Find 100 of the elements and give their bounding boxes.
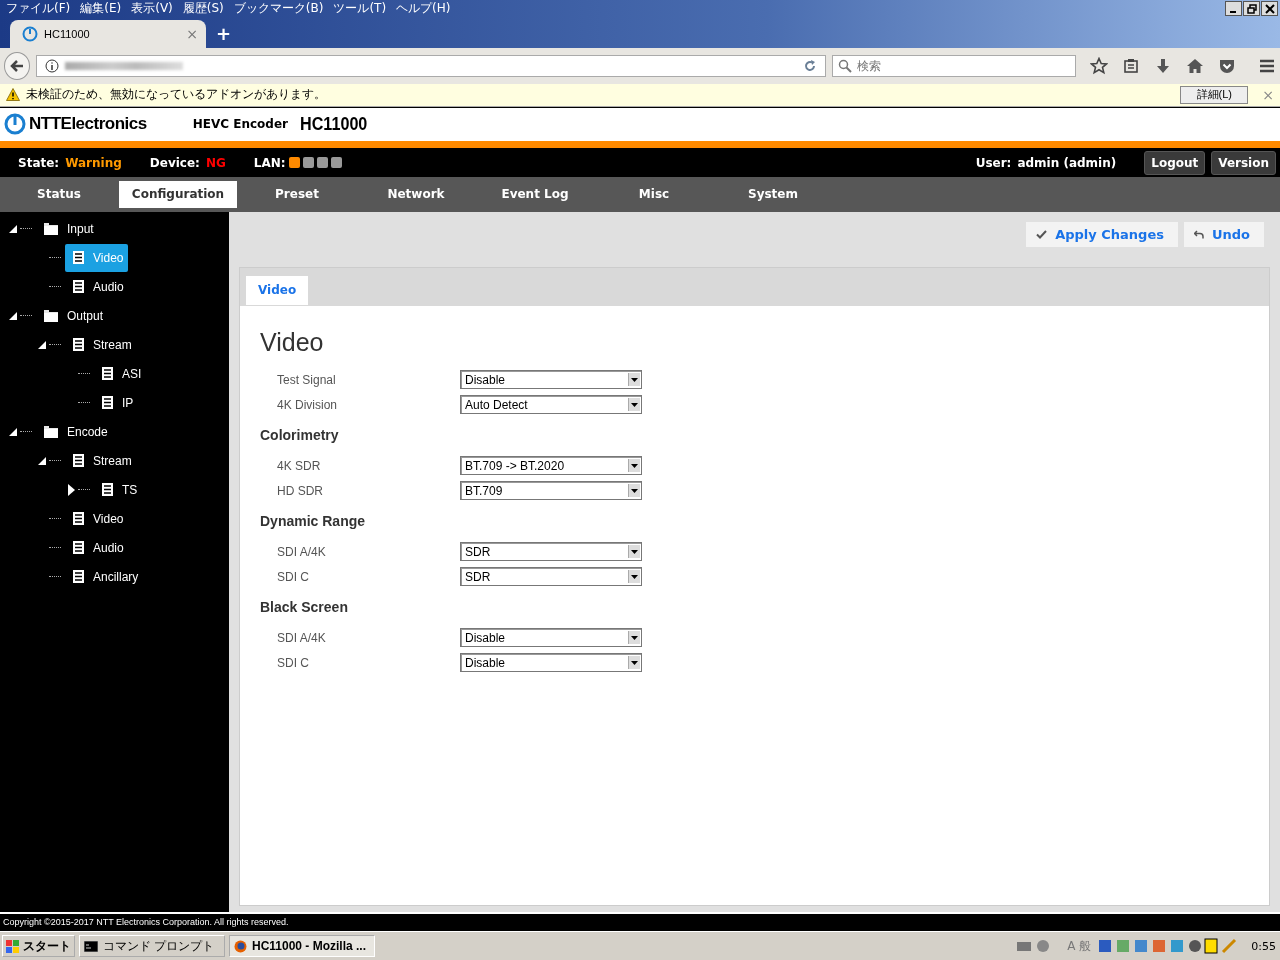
user-label: User: xyxy=(975,155,1012,170)
nav-tab[interactable]: Event Log xyxy=(476,181,594,209)
tree-item[interactable]: Ancillary xyxy=(65,562,144,591)
start-button[interactable]: スタート xyxy=(2,935,75,958)
dropdown-arrow-icon xyxy=(631,660,638,665)
expanded-icon[interactable] xyxy=(9,427,17,436)
dropdown[interactable]: BT.709 -> BT.2020 xyxy=(460,456,642,476)
tree-item[interactable]: Audio xyxy=(65,272,129,301)
tab-close-button[interactable]: × xyxy=(186,25,198,42)
new-tab-button[interactable]: + xyxy=(216,22,232,44)
tree-item[interactable]: Stream xyxy=(65,330,137,359)
reload-icon[interactable] xyxy=(803,58,817,73)
menu-item[interactable]: ツール(T) xyxy=(333,0,387,18)
collapsed-icon[interactable] xyxy=(67,483,75,496)
checkmark-icon xyxy=(1036,230,1048,240)
folder-icon xyxy=(44,222,58,235)
field-label: Test Signal xyxy=(276,372,337,387)
document-icon xyxy=(73,280,84,294)
menu-item[interactable]: ブックマーク(B) xyxy=(233,0,324,18)
apply-changes-button[interactable]: Apply Changes xyxy=(1026,222,1178,248)
restore-icon[interactable] xyxy=(1243,1,1260,17)
reading-list-icon[interactable] xyxy=(1122,56,1140,75)
search-icon xyxy=(838,58,852,73)
nav-tab[interactable]: Preset xyxy=(238,181,356,209)
section-title: Black Screen xyxy=(260,599,349,616)
document-icon xyxy=(102,483,113,497)
address-field[interactable] xyxy=(36,54,826,77)
close-icon[interactable] xyxy=(1261,1,1278,17)
dropdown[interactable]: Auto Detect xyxy=(460,395,642,415)
clock: 0:55 xyxy=(1251,939,1276,953)
expanded-icon[interactable] xyxy=(38,340,46,349)
dropdown-arrow-icon xyxy=(631,402,638,407)
menu-item[interactable]: 履歴(S) xyxy=(182,0,224,18)
nav-tab[interactable]: Configuration xyxy=(119,181,237,209)
field-label: HD SDR xyxy=(276,483,324,498)
state-label: State: xyxy=(18,155,60,170)
taskbar-button[interactable]: コマンド プロンプト xyxy=(79,935,225,958)
info-icon xyxy=(45,58,59,73)
field-label: SDI C xyxy=(276,569,310,584)
dropdown-arrow-icon xyxy=(631,377,638,382)
version-button[interactable]: Version xyxy=(1211,150,1276,175)
nav-tab[interactable]: Network xyxy=(357,181,475,209)
tree-item[interactable]: Stream xyxy=(65,446,137,475)
dropdown[interactable]: Disable xyxy=(460,653,642,673)
minimize-icon[interactable] xyxy=(1225,1,1242,17)
tree-item[interactable]: IP xyxy=(94,388,139,417)
tree-item[interactable]: Audio xyxy=(65,533,129,562)
taskbar-button[interactable]: HC11000 - Mozilla ... xyxy=(229,935,375,958)
field-label: 4K Division xyxy=(276,397,339,412)
expanded-icon[interactable] xyxy=(38,456,46,465)
page-title: Video xyxy=(260,328,325,358)
model-name: HC11000 xyxy=(299,113,368,136)
dropdown[interactable]: SDR xyxy=(460,542,642,562)
nav-tab[interactable]: Status xyxy=(0,181,118,209)
section-title: Dynamic Range xyxy=(260,513,367,530)
tree-item[interactable]: Encode xyxy=(36,417,113,446)
tree-item[interactable]: TS xyxy=(94,475,143,504)
menu-item[interactable]: ファイル(F) xyxy=(6,0,71,18)
menu-item[interactable]: ヘルプ(H) xyxy=(396,0,451,18)
menu-item[interactable]: 編集(E) xyxy=(80,0,122,18)
browser-tab[interactable]: HC11000 × xyxy=(10,19,206,48)
back-button[interactable] xyxy=(4,51,30,80)
download-icon[interactable] xyxy=(1154,56,1172,75)
dropdown[interactable]: SDR xyxy=(460,567,642,587)
document-icon xyxy=(73,251,84,265)
dropdown-arrow-icon xyxy=(631,574,638,579)
dropdown-arrow-icon xyxy=(631,463,638,468)
dropdown[interactable]: Disable xyxy=(460,370,642,390)
dropdown[interactable]: Disable xyxy=(460,628,642,648)
menu-item[interactable]: 表示(V) xyxy=(131,0,173,18)
logout-button[interactable]: Logout xyxy=(1144,150,1206,175)
tree-item[interactable]: ASI xyxy=(94,359,147,388)
field-label: SDI A/4K xyxy=(276,544,327,559)
dropdown[interactable]: BT.709 xyxy=(460,481,642,501)
power-logo-icon xyxy=(4,113,26,136)
nav-tab[interactable]: System xyxy=(714,181,832,209)
field-label: SDI A/4K xyxy=(276,630,327,645)
document-icon xyxy=(73,541,84,555)
search-field[interactable]: 検索 xyxy=(832,54,1076,77)
undo-button[interactable]: Undo xyxy=(1183,222,1264,248)
brand-name: NTTElectronics xyxy=(29,114,147,135)
details-button[interactable]: 詳細(L) xyxy=(1180,85,1249,104)
star-icon[interactable] xyxy=(1090,56,1108,75)
nav-tab[interactable]: Misc xyxy=(595,181,713,209)
close-button[interactable]: × xyxy=(1262,86,1274,103)
tree-item[interactable]: Output xyxy=(36,301,109,330)
document-icon xyxy=(73,338,84,352)
tab-title: HC11000 xyxy=(44,27,91,40)
device-label: Device: xyxy=(149,155,200,170)
expanded-icon[interactable] xyxy=(9,224,17,233)
panel-tab[interactable]: Video xyxy=(246,276,309,306)
undo-icon xyxy=(1193,230,1204,240)
document-icon xyxy=(102,367,113,381)
tree-item[interactable]: Video xyxy=(65,504,129,533)
tree-item[interactable]: Input xyxy=(36,214,99,243)
folder-icon xyxy=(44,425,58,438)
power-icon xyxy=(22,25,38,42)
home-icon[interactable] xyxy=(1186,56,1204,75)
expanded-icon[interactable] xyxy=(9,311,17,320)
field-label: 4K SDR xyxy=(276,458,322,473)
